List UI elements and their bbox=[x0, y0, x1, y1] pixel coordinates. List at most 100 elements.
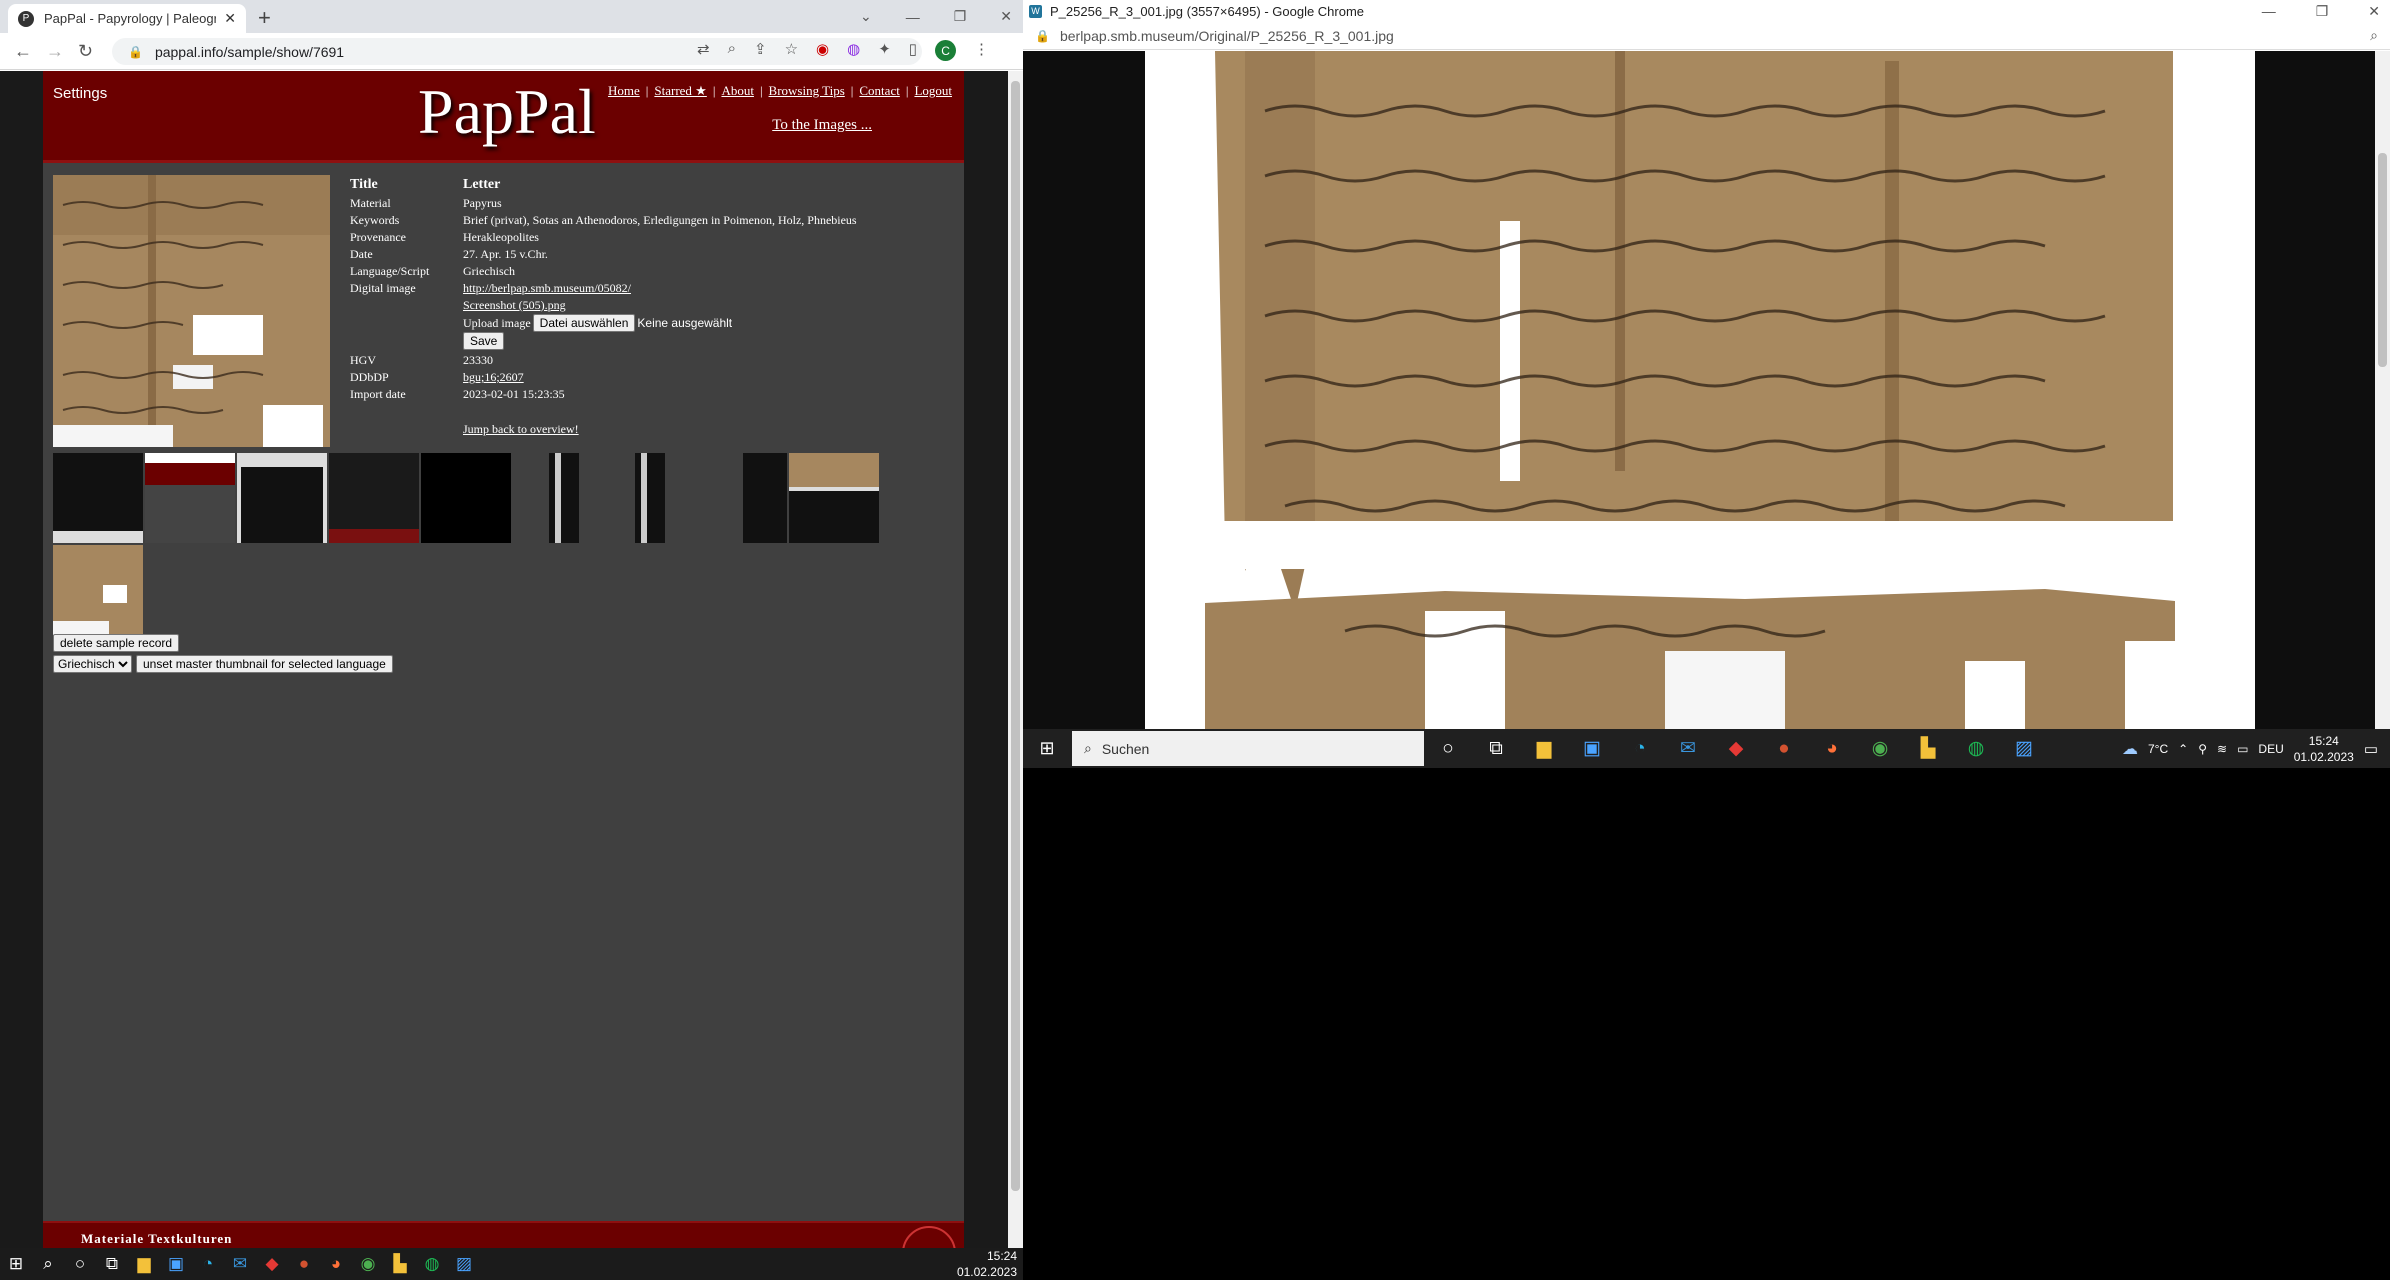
firefox-icon[interactable]: ◕ bbox=[1808, 729, 1856, 768]
jump-back-link[interactable]: Jump back to overview! bbox=[463, 422, 579, 437]
gallery-thumbnail[interactable] bbox=[145, 453, 235, 543]
file-explorer-icon[interactable]: ▆ bbox=[1520, 729, 1568, 768]
gallery-thumbnail[interactable] bbox=[53, 453, 143, 543]
chrome-icon[interactable]: ◉ bbox=[1856, 729, 1904, 768]
powerpoint-icon[interactable]: ● bbox=[1760, 729, 1808, 768]
scrollbar-thumb[interactable] bbox=[1011, 81, 1020, 1191]
photos-icon[interactable]: ▨ bbox=[448, 1248, 480, 1280]
ddbdp-link[interactable]: bgu;16;2607 bbox=[463, 370, 524, 385]
windows-start-icon[interactable]: ⊞ bbox=[0, 1248, 32, 1280]
settings-link[interactable]: Settings bbox=[53, 85, 107, 102]
digital-image-link[interactable]: http://berlpap.smb.museum/05082/ bbox=[463, 281, 631, 296]
file-explorer-icon[interactable]: ▆ bbox=[128, 1248, 160, 1280]
choose-file-button[interactable]: Datei auswählen bbox=[532, 314, 636, 332]
restore-icon[interactable]: ❐ bbox=[2316, 3, 2329, 20]
mail-icon[interactable]: ✉ bbox=[224, 1248, 256, 1280]
windows-start-icon[interactable]: ⊞ bbox=[1027, 738, 1067, 759]
close-tab-icon[interactable]: ✕ bbox=[224, 10, 236, 27]
scrollbar-thumb[interactable] bbox=[2378, 153, 2387, 367]
nav-logout[interactable]: Logout bbox=[914, 83, 952, 99]
minimize-icon[interactable]: — bbox=[2262, 3, 2276, 19]
battery-icon[interactable]: ▭ bbox=[2237, 742, 2248, 756]
restore-icon[interactable]: ❐ bbox=[954, 8, 967, 25]
back-icon[interactable]: ← bbox=[14, 41, 32, 62]
papyrus-master-thumbnail[interactable] bbox=[53, 175, 330, 447]
reload-icon[interactable]: ↻ bbox=[78, 41, 93, 62]
gallery-thumbnail[interactable] bbox=[329, 453, 419, 543]
taskbar-search-box[interactable]: ⌕ Suchen bbox=[1072, 731, 1424, 766]
store-icon[interactable]: ▣ bbox=[160, 1248, 192, 1280]
gallery-thumbnail[interactable] bbox=[605, 453, 695, 543]
nav-about[interactable]: About bbox=[721, 83, 754, 99]
gallery-thumbnail[interactable] bbox=[513, 453, 603, 543]
share-icon[interactable]: ⇪ bbox=[754, 40, 767, 61]
mail-icon[interactable]: ✉ bbox=[1664, 729, 1712, 768]
search-icon[interactable]: ⌕ bbox=[32, 1248, 64, 1280]
gallery-thumbnail[interactable] bbox=[789, 453, 879, 543]
nav-contact[interactable]: Contact bbox=[859, 83, 899, 99]
acrobat-icon[interactable]: ◆ bbox=[1712, 729, 1760, 768]
network-icon[interactable]: ⚲ bbox=[2198, 742, 2207, 756]
nav-starred[interactable]: Starred ★ bbox=[654, 83, 706, 99]
zoom-icon[interactable]: ⌕ bbox=[2370, 27, 2378, 44]
extension-red-icon[interactable]: ◉ bbox=[816, 40, 829, 61]
right-taskbar: ⊞ ⌕ Suchen ○ ⧉ ▆ ▣ ◔ ✉ ◆ ● ◕ ◉ ▙ ◍ ▨ ☁ 7… bbox=[1023, 729, 2390, 768]
cortana-icon[interactable]: ○ bbox=[1424, 729, 1472, 768]
firefox-icon[interactable]: ◕ bbox=[320, 1248, 352, 1280]
tab-search-icon[interactable]: ⌄ bbox=[860, 8, 872, 25]
gallery-thumbnail[interactable] bbox=[237, 453, 327, 543]
temperature[interactable]: 7°C bbox=[2148, 742, 2168, 756]
popup-address-bar[interactable]: 🔒 berlpap.smb.museum/Original/P_25256_R_… bbox=[1023, 22, 2390, 50]
weather-cloud-icon[interactable]: ☁ bbox=[2122, 739, 2138, 759]
papyrus-image[interactable] bbox=[1145, 51, 2255, 729]
profile-avatar[interactable]: C bbox=[935, 40, 957, 61]
save-button[interactable]: Save bbox=[463, 332, 505, 350]
store-icon[interactable]: ▣ bbox=[1568, 729, 1616, 768]
zoom-icon[interactable]: ⌕ bbox=[728, 40, 736, 61]
spotify-icon[interactable]: ◍ bbox=[1952, 729, 2000, 768]
delete-sample-button[interactable]: delete sample record bbox=[53, 634, 180, 652]
side-panel-icon[interactable]: ▯ bbox=[909, 40, 917, 61]
popup-scrollbar[interactable] bbox=[2375, 51, 2390, 729]
new-tab-icon[interactable]: + bbox=[258, 5, 271, 31]
tab-pappal[interactable]: P PapPal - Papyrology | Paleograph ✕ bbox=[8, 4, 246, 33]
notepad-icon[interactable]: ▙ bbox=[1904, 729, 1952, 768]
input-language[interactable]: DEU bbox=[2258, 742, 2283, 756]
unset-master-thumbnail-button[interactable]: unset master thumbnail for selected lang… bbox=[136, 655, 393, 673]
forward-icon[interactable]: → bbox=[46, 41, 64, 62]
right-clock[interactable]: 15:24 01.02.2023 bbox=[2294, 733, 2354, 765]
close-window-icon[interactable]: ✕ bbox=[1000, 8, 1012, 25]
gallery-thumbnail[interactable] bbox=[697, 453, 787, 543]
extensions-puzzle-icon[interactable]: ✦ bbox=[878, 40, 891, 61]
chrome-icon[interactable]: ◉ bbox=[352, 1248, 384, 1280]
notification-icon[interactable]: ▭ bbox=[2364, 740, 2378, 758]
nav-home[interactable]: Home bbox=[608, 83, 640, 99]
acrobat-icon[interactable]: ◆ bbox=[256, 1248, 288, 1280]
extension-purple-icon[interactable]: ◍ bbox=[847, 40, 860, 61]
minimize-icon[interactable]: — bbox=[906, 9, 920, 25]
screenshot-link[interactable]: Screenshot (505).png bbox=[463, 298, 566, 313]
task-view-icon[interactable]: ⧉ bbox=[96, 1248, 128, 1280]
page-scrollbar[interactable] bbox=[1008, 71, 1023, 1248]
edge-icon[interactable]: ◔ bbox=[192, 1248, 224, 1280]
gallery-thumbnail-papyrus[interactable] bbox=[53, 545, 143, 635]
spotify-icon[interactable]: ◍ bbox=[416, 1248, 448, 1280]
notepad-icon[interactable]: ▙ bbox=[384, 1248, 416, 1280]
bookmark-star-icon[interactable]: ☆ bbox=[785, 40, 798, 61]
translate-icon[interactable]: ⇄ bbox=[697, 40, 710, 61]
chevron-up-icon[interactable]: ⌃ bbox=[2178, 742, 2188, 756]
to-images-link[interactable]: To the Images ... bbox=[772, 117, 872, 134]
edge-icon[interactable]: ◔ bbox=[1616, 729, 1664, 768]
close-window-icon[interactable]: ✕ bbox=[2368, 3, 2380, 20]
left-clock[interactable]: 15:24 01.02.2023 bbox=[957, 1248, 1017, 1280]
site-logo[interactable]: PapPal bbox=[418, 75, 596, 149]
wifi-icon[interactable]: ≋ bbox=[2217, 742, 2227, 756]
language-select[interactable]: Griechisch bbox=[53, 655, 132, 673]
task-view-icon[interactable]: ⧉ bbox=[1472, 729, 1520, 768]
cortana-icon[interactable]: ○ bbox=[64, 1248, 96, 1280]
photos-icon[interactable]: ▨ bbox=[2000, 729, 2048, 768]
chrome-menu-icon[interactable]: ⋮ bbox=[974, 40, 989, 61]
nav-browsing-tips[interactable]: Browsing Tips bbox=[769, 83, 845, 99]
gallery-thumbnail[interactable] bbox=[421, 453, 511, 543]
powerpoint-icon[interactable]: ● bbox=[288, 1248, 320, 1280]
